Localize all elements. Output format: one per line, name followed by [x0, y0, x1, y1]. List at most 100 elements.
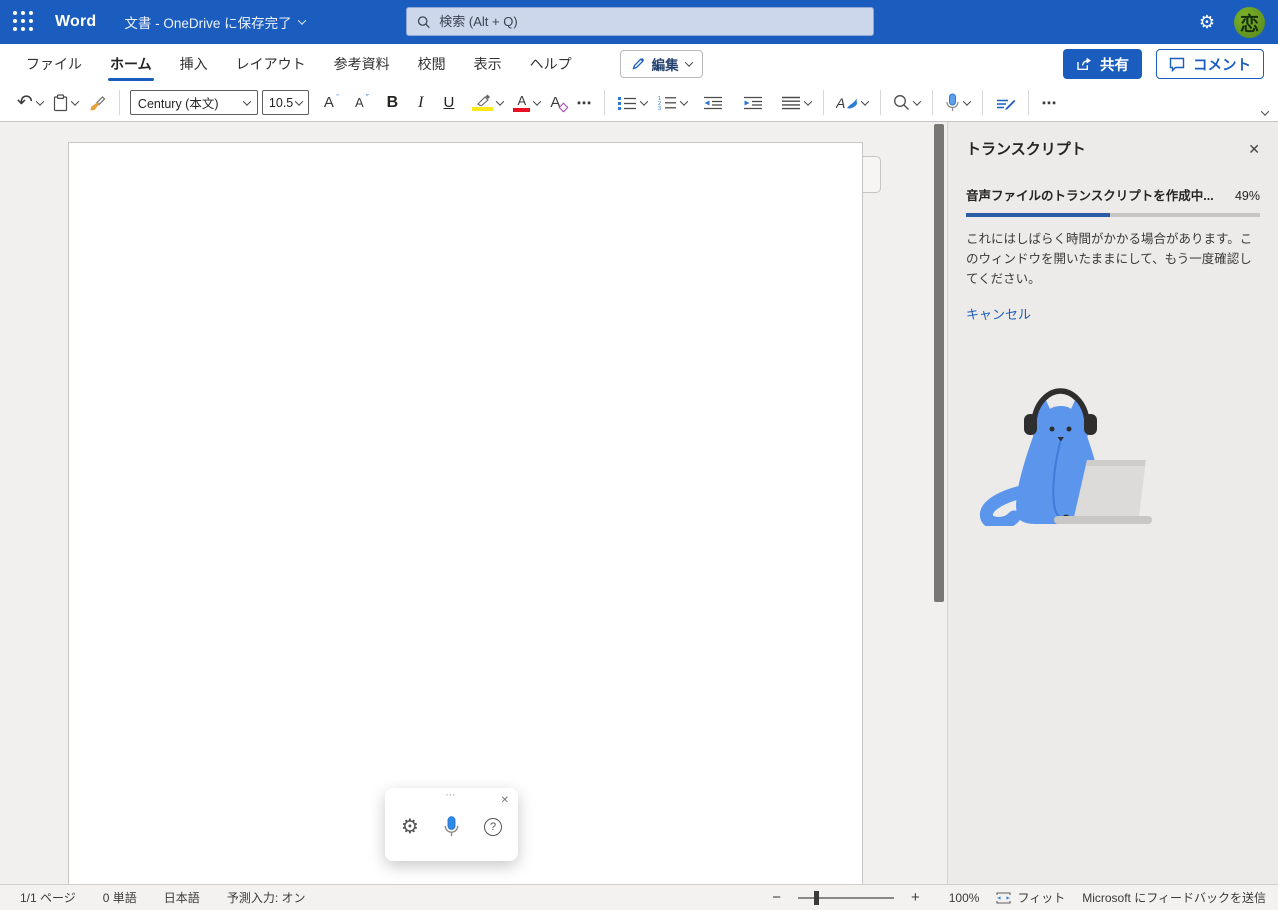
microphone-icon: [946, 93, 959, 111]
transcript-panel-title: トランスクリプト: [966, 141, 1086, 158]
transcript-cancel-link[interactable]: キャンセル: [966, 304, 1031, 323]
caret-up-icon: ˆ: [335, 92, 339, 103]
zoom-in-button[interactable]: +: [911, 890, 920, 905]
transcript-progress-bar: [966, 213, 1260, 217]
chevron-down-icon: [35, 96, 45, 106]
dictation-microphone-icon[interactable]: [443, 815, 460, 838]
font-size-select[interactable]: 10.5: [261, 90, 309, 115]
avatar[interactable]: 恋: [1234, 6, 1265, 38]
paste-button[interactable]: [48, 89, 83, 117]
fit-label: フィット: [1017, 891, 1066, 905]
comments-button[interactable]: コメント: [1156, 49, 1264, 79]
document-title[interactable]: 文書 - OneDrive に保存完了: [124, 12, 306, 32]
search-input[interactable]: [439, 14, 863, 29]
italic-button[interactable]: I: [413, 89, 428, 117]
highlight-icon: [472, 94, 494, 111]
dictation-toolbar: ⋯ ✕ ⚙ ?: [385, 788, 518, 861]
transcript-progress-label: 音声ファイルのトランスクリプトを作成中...: [966, 189, 1214, 203]
editing-mode-button[interactable]: 編集: [619, 50, 703, 78]
zoom-slider[interactable]: [797, 890, 894, 905]
document-page[interactable]: [68, 142, 863, 884]
numbering-button[interactable]: 1 2 3: [652, 89, 692, 117]
ribbon-toolbar: ↶ Century (本文) 10.5 A ˆ A ˇ B I U A A ⋯ …: [0, 84, 1278, 122]
pencil-icon: [632, 57, 644, 70]
bullet-list-icon: [618, 96, 637, 110]
chevron-down-icon: [242, 96, 252, 106]
tab-help[interactable]: ヘルプ: [516, 44, 586, 84]
editor-button[interactable]: [990, 89, 1021, 117]
font-name-select[interactable]: Century (本文): [129, 90, 258, 115]
vertical-scrollbar[interactable]: [934, 124, 944, 602]
search-box[interactable]: [406, 7, 874, 36]
search-icon: [417, 15, 430, 28]
app-header: Word 文書 - OneDrive に保存完了 ⚙ 恋: [0, 0, 1278, 44]
find-icon: [894, 95, 910, 110]
tab-references[interactable]: 参考資料: [320, 44, 404, 84]
italic-icon: I: [418, 93, 424, 111]
collapse-ribbon-icon[interactable]: [1260, 107, 1270, 116]
tab-review[interactable]: 校閲: [404, 44, 460, 84]
share-button[interactable]: 共有: [1063, 49, 1142, 79]
bold-button[interactable]: B: [382, 89, 404, 117]
page-count[interactable]: 1/1 ページ: [20, 889, 76, 906]
svg-text:3: 3: [658, 106, 661, 110]
more-icon: ⋯: [1041, 94, 1058, 112]
transcript-progress-fill: [966, 213, 1111, 217]
dictation-settings-gear-icon[interactable]: ⚙: [401, 817, 419, 837]
underline-icon: U: [443, 94, 455, 111]
font-color-button[interactable]: A: [508, 89, 545, 117]
dictation-close-icon[interactable]: ✕: [501, 796, 509, 806]
dictate-button[interactable]: [940, 89, 975, 117]
find-button[interactable]: [888, 89, 925, 117]
tab-layout[interactable]: レイアウト: [222, 44, 320, 84]
transcript-close-icon[interactable]: ✕: [1248, 142, 1260, 156]
outdent-icon: [704, 96, 723, 109]
undo-button[interactable]: ↶: [12, 89, 48, 117]
chevron-down-icon: [297, 16, 306, 25]
align-icon: [782, 96, 801, 109]
toolbar-overflow-button[interactable]: ⋯: [1036, 89, 1062, 117]
chevron-down-icon: [913, 96, 922, 106]
highlight-button[interactable]: [467, 89, 508, 117]
clear-formatting-button[interactable]: A: [545, 89, 569, 117]
tab-view[interactable]: 表示: [460, 44, 516, 84]
format-painter-button[interactable]: [83, 89, 112, 117]
share-icon: [1077, 57, 1091, 70]
chevron-down-icon: [533, 96, 542, 106]
styles-icon: A: [836, 95, 858, 111]
shrink-font-icon: A: [354, 95, 364, 110]
tab-file[interactable]: ファイル: [12, 44, 96, 84]
shrink-font-button[interactable]: A ˇ: [350, 89, 374, 117]
tab-home[interactable]: ホーム: [96, 44, 166, 84]
chevron-down-icon: [963, 96, 972, 106]
chevron-down-icon: [804, 96, 813, 106]
styles-button[interactable]: A: [831, 89, 873, 117]
tab-insert[interactable]: 挿入: [166, 44, 222, 84]
transcript-progress-percent: 49%: [1234, 189, 1260, 203]
increase-indent-button[interactable]: [738, 89, 768, 117]
word-count[interactable]: 0 単語: [103, 889, 137, 906]
grow-font-button[interactable]: A ˆ: [319, 89, 344, 117]
settings-gear-icon[interactable]: ⚙: [1199, 13, 1215, 31]
zoom-level[interactable]: 100%: [949, 891, 980, 905]
alignment-button[interactable]: [776, 89, 816, 117]
dictation-help-icon[interactable]: ?: [484, 817, 502, 836]
font-more-button[interactable]: ⋯: [571, 89, 597, 117]
language-indicator[interactable]: 日本語: [164, 889, 200, 906]
feedback-link[interactable]: Microsoft にフィードバックを送信: [1082, 889, 1266, 906]
underline-button[interactable]: U: [439, 89, 460, 117]
decrease-indent-button[interactable]: [698, 89, 728, 117]
fit-to-page-button[interactable]: フィット: [996, 889, 1065, 906]
margin-note-tab[interactable]: [863, 156, 881, 193]
zoom-slider-thumb[interactable]: [813, 890, 819, 905]
bold-icon: B: [386, 93, 399, 111]
indent-icon: [744, 96, 763, 109]
chevron-down-icon: [294, 96, 304, 106]
ime-prediction-indicator[interactable]: 予測入力: オン: [227, 889, 306, 906]
zoom-out-button[interactable]: −: [772, 890, 781, 905]
font-size-value: 10.5: [268, 95, 294, 110]
bullets-button[interactable]: [612, 89, 652, 117]
numbered-list-icon: 1 2 3: [658, 96, 677, 110]
app-launcher-icon[interactable]: [13, 11, 35, 33]
drag-handle-icon[interactable]: ⋯: [385, 788, 518, 801]
